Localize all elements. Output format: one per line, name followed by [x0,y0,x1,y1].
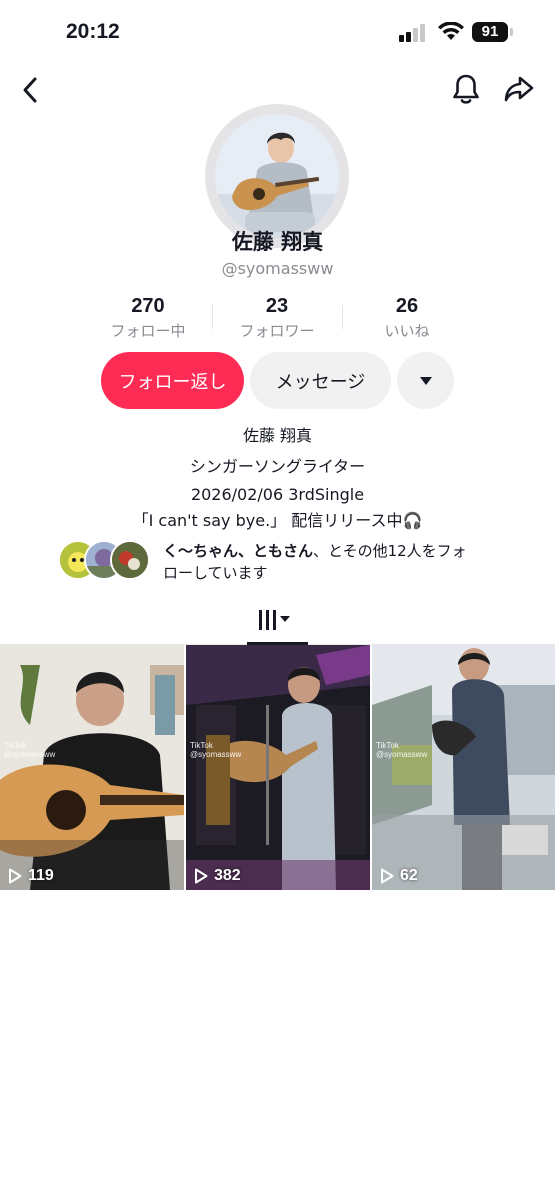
stat-followers[interactable]: 23 フォロワー [212,295,342,341]
profile-display-name: 佐藤 翔真 [231,230,324,254]
stat-followers-label: フォロワー [239,322,315,340]
profile-avatar[interactable] [215,114,339,238]
status-time: 20:12 [66,20,120,43]
follow-back-button[interactable]: フォロー返し [101,352,244,409]
mutual-followers-rest-1: 、とその他12人をフォ [313,542,467,560]
video-thumbnail-image [372,645,555,890]
video-thumbnail-image [0,645,184,890]
stat-following[interactable]: 270 フォロー中 [83,295,213,341]
stat-followers-count: 23 [265,295,289,317]
mutual-followers-text: く〜ちゃん、ともさん、とその他12人をフォ ローしています [163,540,523,584]
play-outline-icon [381,868,394,884]
watermark-brand: TikTok [190,741,213,750]
watermark-brand: TikTok [376,741,399,750]
play-outline-icon [195,868,208,884]
message-button[interactable]: メッセージ [250,352,391,409]
mutual-followers-rest-2: ローしています [163,564,268,582]
battery-tip [510,28,513,36]
bio-line-release: 2026/02/06 3rdSingle [190,485,365,504]
mutual-followers-names: く〜ちゃん、ともさん [163,542,314,560]
more-options-button[interactable] [397,352,454,409]
tiktok-watermark: TikTok @syomassww [376,741,427,759]
battery-indicator: 91 [472,22,508,42]
cellular-signal-icon [399,24,429,42]
video-view-count: 119 [8,867,54,885]
play-outline-icon [9,868,22,884]
stat-likes[interactable]: 26 いいね [342,295,472,341]
stat-following-count: 270 [131,295,165,317]
bio-line-single: 「I can't say bye.」 配信リリース中🎧 [132,511,423,530]
video-thumbnail[interactable]: TikTok @syomassww 382 [186,645,370,890]
watermark-user: @syomassww [376,750,428,759]
back-button[interactable] [14,72,46,108]
watermark-user: @syomassww [4,750,56,759]
wifi-icon [438,22,464,40]
video-thumbnail[interactable]: TikTok @syomassww 62 [372,645,555,890]
profile-handle: @syomassww [221,259,334,278]
tab-videos[interactable] [247,606,307,642]
video-thumbnail[interactable]: TikTok @syomassww 119 [0,645,184,890]
bell-icon [453,74,479,104]
stat-likes-count: 26 [395,295,419,317]
video-view-count: 382 [194,867,241,885]
mutual-followers[interactable]: く〜ちゃん、ともさん、とその他12人をフォ ローしています [58,540,528,582]
share-arrow-icon [504,76,534,102]
bio-line-title: シンガーソングライター [189,457,366,476]
watermark-user: @syomassww [190,750,242,759]
video-view-count: 62 [380,867,418,885]
tiktok-watermark: TikTok @syomassww [4,741,55,759]
bio-line-name: 佐藤 翔真 [242,426,313,445]
video-views-value: 382 [214,867,241,884]
mutual-avatar [110,540,150,580]
stat-following-label: フォロー中 [110,322,186,340]
tiktok-watermark: TikTok @syomassww [190,741,241,759]
caret-down-icon [419,376,432,385]
avatar-photo [215,114,339,238]
watermark-brand: TikTok [4,741,27,750]
video-views-value: 62 [400,867,418,884]
video-thumbnail-image [186,645,370,890]
video-views-value: 119 [28,867,54,884]
grid-bars-icon [259,610,290,630]
notification-bell-button[interactable] [448,70,484,108]
status-bar: 20:12 91 [0,0,555,66]
share-button[interactable] [500,70,538,108]
stat-likes-label: いいね [384,322,430,340]
chevron-left-icon [23,77,37,103]
